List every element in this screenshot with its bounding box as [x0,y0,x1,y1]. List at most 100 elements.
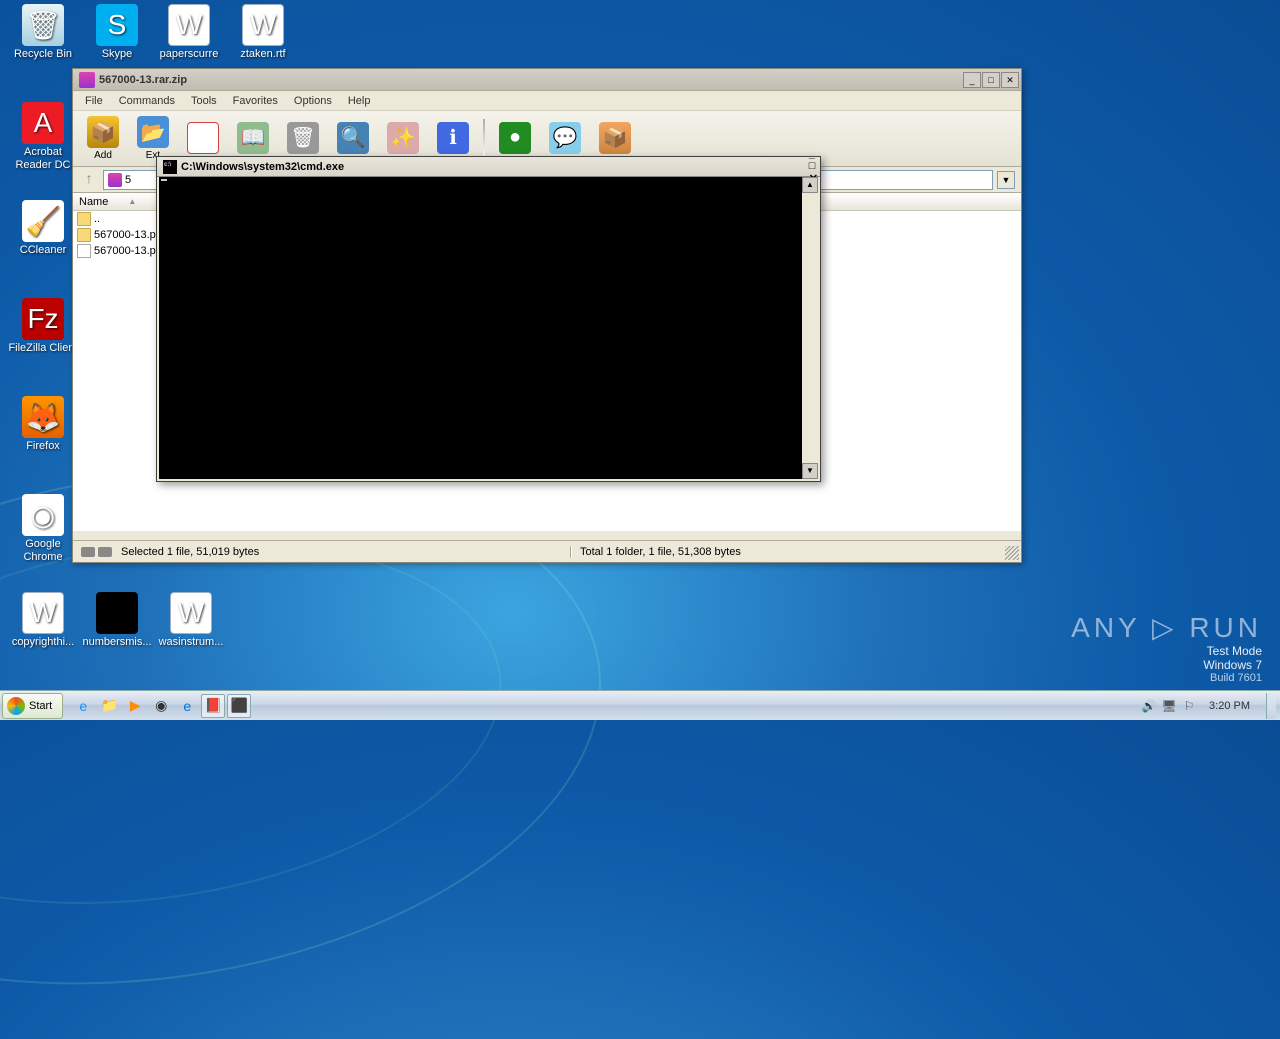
desktop-icon-google-chrome[interactable]: ◉Google Chrome [8,494,78,563]
status-total: Total 1 folder, 1 file, 51,308 bytes [571,546,1013,558]
app-icon [96,592,138,634]
menu-file[interactable]: File [77,93,111,109]
clock[interactable]: 3:20 PM [1203,700,1256,712]
desktop-icon-firefox[interactable]: 🦊Firefox [8,396,78,453]
taskbar-winrar[interactable]: 📕 [201,694,225,718]
file-name: 567000-13.p [94,229,156,241]
taskbar-ie[interactable]: e [71,694,95,718]
taskbar-edge[interactable]: e [175,694,199,718]
icon-label: ztaken.rtf [228,48,298,61]
show-desktop-button[interactable] [1266,693,1276,719]
desktop-icon-ccleaner[interactable]: 🧹CCleaner [8,200,78,257]
cmd-scrollbar[interactable]: ▲ ▼ [802,177,818,479]
statusbar: Selected 1 file, 51,019 bytes Total 1 fo… [73,540,1021,562]
t-view-icon: 📖 [237,122,269,154]
desktop-icon-numbersmis-[interactable]: numbersmis... [82,592,152,649]
app-icon: A [22,102,64,144]
icon-label: FileZilla Client [8,342,78,355]
cmd-maximize-button[interactable]: □ [809,160,818,172]
taskbar-cmd[interactable]: ⬛ [227,694,251,718]
taskbar: Start e📁▶◉e📕⬛ 🔊🖥⚐ 3:20 PM [0,690,1280,720]
winrar-titlebar[interactable]: 567000-13.rar.zip _ □ ✕ [73,69,1021,91]
menubar: FileCommandsToolsFavoritesOptionsHelp [73,91,1021,111]
app-icon: W [168,4,210,46]
cmd-window: C:\Windows\system32\cmd.exe _ □ ✕ ▲ ▼ [156,156,821,482]
t-info-icon: ℹ [437,122,469,154]
taskbar-explorer[interactable]: 📁 [97,694,121,718]
icon-label: Recycle Bin [8,48,78,61]
status-icon [98,547,112,557]
path-dropdown[interactable]: ▼ [997,171,1015,189]
desktop-icon-paperscurre[interactable]: Wpaperscurre [154,4,224,61]
cmd-body[interactable]: ▲ ▼ [159,177,818,479]
t-ext-icon: 📂 [137,116,169,148]
scroll-down-icon[interactable]: ▼ [802,463,818,479]
build-label: Build 7601 [1071,672,1262,684]
desktop-icon-acrobat-reader-dc[interactable]: AAcrobat Reader DC [8,102,78,171]
t-find-icon: 🔍 [337,122,369,154]
desktop-icon-ztaken-rtf[interactable]: Wztaken.rtf [228,4,298,61]
anyrun-logo: ANY ▷ RUN [1071,611,1262,644]
archive-icon [108,173,122,187]
icon-label: wasinstrum... [156,636,226,649]
cmd-icon [163,160,177,174]
menu-help[interactable]: Help [340,93,379,109]
close-button[interactable]: ✕ [1001,72,1019,88]
file-name: 567000-13.p [94,245,156,257]
resize-grip[interactable] [1005,546,1019,560]
start-button[interactable]: Start [2,693,63,719]
menu-tools[interactable]: Tools [183,93,225,109]
t-virus-icon: ● [499,122,531,154]
desktop-icon-skype[interactable]: SSkype [82,4,152,61]
app-icon: ◉ [22,494,64,536]
sort-indicator-icon: ▲ [128,197,156,206]
cmd-titlebar[interactable]: C:\Windows\system32\cmd.exe _ □ ✕ [157,157,820,177]
file-name: .. [94,213,100,225]
toolbar-Add[interactable]: 📦Add [79,114,127,164]
tray-icon-1[interactable]: 🖥 [1161,698,1177,714]
tray-icon-0[interactable]: 🔊 [1141,698,1157,714]
menu-options[interactable]: Options [286,93,340,109]
t-sfx-icon: 📦 [599,122,631,154]
maximize-button[interactable]: □ [982,72,1000,88]
scroll-up-icon[interactable]: ▲ [802,177,818,193]
app-icon: 🗑 [22,4,64,46]
quick-launch: e📁▶◉e📕⬛ [65,694,257,718]
app-icon: 🧹 [22,200,64,242]
path-text: 5 [125,174,131,186]
icon-label: Acrobat Reader DC [8,146,78,171]
icon-label: numbersmis... [82,636,152,649]
toolbar-separator [483,119,485,159]
up-button[interactable]: ↑ [79,170,99,190]
watermark: ANY ▷ RUN Test Mode Windows 7 Build 7601 [1071,611,1262,684]
t-cmt-icon: 💬 [549,122,581,154]
cmd-cursor [161,179,167,181]
desktop-icon-recycle-bin[interactable]: 🗑 Recycle Bin [8,4,78,61]
t-add-icon: 📦 [87,116,119,148]
start-label: Start [29,700,52,712]
app-icon: Fz [22,298,64,340]
t-del-icon: 🗑 [287,122,319,154]
icon-label: Skype [82,48,152,61]
desktop-icon-copyrighthi-[interactable]: Wcopyrighthi... [8,592,78,649]
status-icon [81,547,95,557]
app-icon: W [22,592,64,634]
taskbar-chrome[interactable]: ◉ [149,694,173,718]
col-name[interactable]: Name [79,196,128,208]
folder-icon [77,212,91,226]
cmd-title: C:\Windows\system32\cmd.exe [181,161,809,173]
start-orb-icon [7,697,25,715]
icon-label: copyrighthi... [8,636,78,649]
desktop-icon-filezilla-client[interactable]: Fz FileZilla Client [8,298,78,355]
minimize-button[interactable]: _ [963,72,981,88]
desktop-icon-wasinstrum-[interactable]: Wwasinstrum... [156,592,226,649]
scroll-track[interactable] [802,193,818,463]
folder-icon [77,228,91,242]
menu-favorites[interactable]: Favorites [225,93,286,109]
icon-label: Google Chrome [8,538,78,563]
testmode-label: Test Mode [1071,644,1262,658]
menu-commands[interactable]: Commands [111,93,183,109]
tray-icon-2[interactable]: ⚐ [1181,698,1197,714]
cmd-minimize-button[interactable]: _ [809,148,818,160]
taskbar-media[interactable]: ▶ [123,694,147,718]
